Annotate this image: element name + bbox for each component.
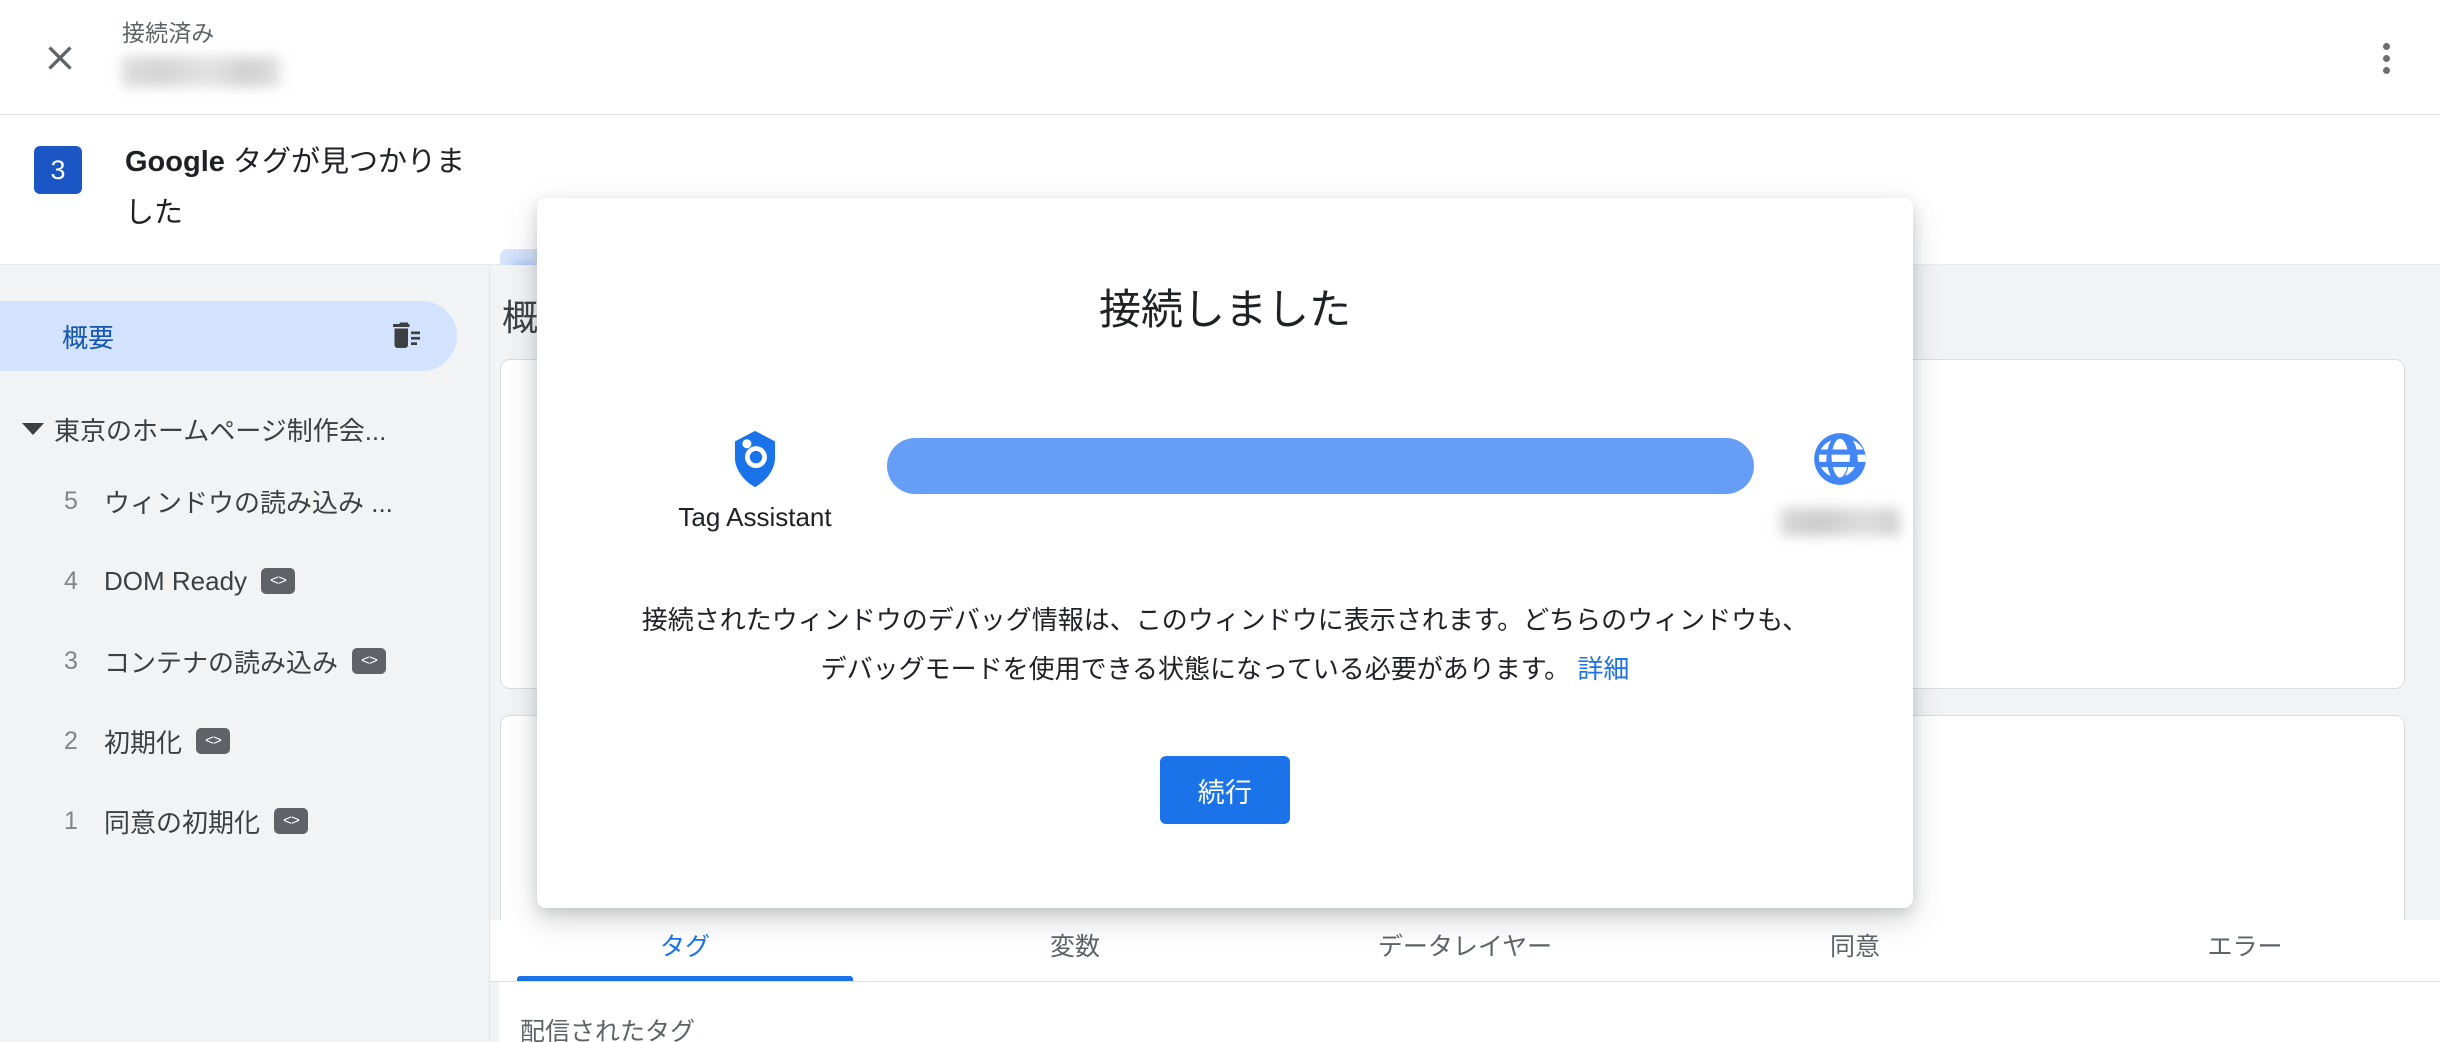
- overflow-menu-button[interactable]: [2358, 30, 2414, 86]
- more-vert-icon-dot: [2382, 66, 2390, 74]
- tag-assistant-endpoint: Tag Assistant: [635, 428, 875, 533]
- connection-status-label: 接続済み: [122, 20, 215, 46]
- sidebar-item-overview-label: 概要: [62, 322, 115, 353]
- delete-sweep-icon[interactable]: [387, 318, 423, 354]
- fired-tags-label: 配信されたタグ: [520, 1018, 696, 1042]
- event-label: コンテナの読み込み: [104, 647, 339, 678]
- more-vert-icon-dot: [2382, 54, 2390, 62]
- event-label: 同意の初期化: [104, 807, 261, 838]
- tag-assistant-icon: [635, 428, 875, 490]
- connected-dialog-body: 接続されたウィンドウのデバッグ情報は、このウィンドウに表示されます。どちらのウィ…: [633, 596, 1817, 694]
- tab-panel-tags: 配信されたタグ: [490, 982, 2440, 1042]
- event-index: 5: [64, 486, 78, 515]
- event-index: 1: [64, 806, 78, 835]
- event-index: 2: [64, 726, 78, 755]
- tags-found-title: Google タグが見つかりました: [125, 137, 485, 239]
- top-bar: 接続済み: [0, 0, 2440, 115]
- event-item-4[interactable]: 4 DOM Ready <>: [0, 541, 489, 621]
- code-icon: <>: [261, 568, 296, 594]
- code-icon: <>: [196, 728, 231, 754]
- tags-found-count-badge: 3: [34, 146, 82, 194]
- event-tree-root[interactable]: 東京のホームページ制作会...: [0, 397, 489, 461]
- tab-data-layer[interactable]: データレイヤー: [1270, 927, 1660, 981]
- tab-errors[interactable]: エラー: [2050, 927, 2440, 981]
- event-item-3[interactable]: 3 コンテナの読み込み <>: [0, 621, 489, 701]
- event-tree-root-label: 東京のホームページ制作会...: [54, 415, 387, 446]
- event-label: ウィンドウの読み込み ...: [104, 487, 393, 518]
- connection-progress-bar: [887, 438, 1754, 494]
- close-button[interactable]: [34, 32, 86, 84]
- caret-down-icon[interactable]: [12, 423, 54, 435]
- tag-assistant-window: 接続済み 3 Google タグが見つかりました 概要 東京のホームページ制作会…: [0, 0, 2440, 1042]
- event-item-5[interactable]: 5 ウィンドウの読み込み ...: [0, 461, 489, 541]
- connection-value-redacted: [122, 56, 280, 87]
- event-item-1[interactable]: 1 同意の初期化 <>: [0, 781, 489, 861]
- continue-button[interactable]: 続行: [1159, 756, 1291, 824]
- event-index: 3: [64, 646, 78, 675]
- tab-variables[interactable]: 変数: [880, 927, 1270, 981]
- tab-tags[interactable]: タグ: [490, 927, 880, 981]
- event-item-2[interactable]: 2 初期化 <>: [0, 701, 489, 781]
- connected-dialog-body-text: 接続されたウィンドウのデバッグ情報は、このウィンドウに表示されます。どちらのウィ…: [641, 605, 1809, 684]
- sidebar-item-overview[interactable]: 概要: [0, 301, 457, 371]
- code-icon: <>: [274, 808, 309, 834]
- connected-dialog: 接続しました Tag Assistant 接続されたウィンドウのデバッグ情報は、…: [537, 198, 1913, 908]
- close-icon: [40, 38, 80, 78]
- tag-assistant-label: Tag Assistant: [678, 502, 832, 532]
- panel-left-rail: [490, 982, 499, 1042]
- tab-consent[interactable]: 同意: [1660, 927, 2050, 981]
- connection-info: 接続済み: [122, 16, 280, 87]
- globe-icon: [1765, 428, 1915, 490]
- site-endpoint: [1765, 428, 1915, 536]
- event-index: 4: [64, 566, 78, 595]
- more-vert-icon-dot: [2382, 42, 2390, 50]
- event-label: DOM Ready: [104, 565, 248, 596]
- connected-dialog-title: 接続しました: [1098, 286, 1351, 333]
- code-icon: <>: [352, 648, 387, 674]
- detail-tabs: タグ 変数 データレイヤー 同意 エラー: [490, 920, 2440, 982]
- tags-found-title-brand: Google: [125, 146, 225, 178]
- connected-dialog-actions: 続行: [537, 756, 1913, 824]
- event-tree: 東京のホームページ制作会... 5 ウィンドウの読み込み ... 4 DOM R…: [0, 397, 489, 861]
- event-label: 初期化: [104, 727, 183, 758]
- sidebar: 概要 東京のホームページ制作会... 5 ウィンドウの読み込み ... 4 DO…: [0, 265, 490, 1042]
- site-label-redacted: [1780, 508, 1900, 536]
- connection-diagram: Tag Assistant: [537, 428, 1913, 548]
- learn-more-link[interactable]: 詳細: [1577, 654, 1629, 684]
